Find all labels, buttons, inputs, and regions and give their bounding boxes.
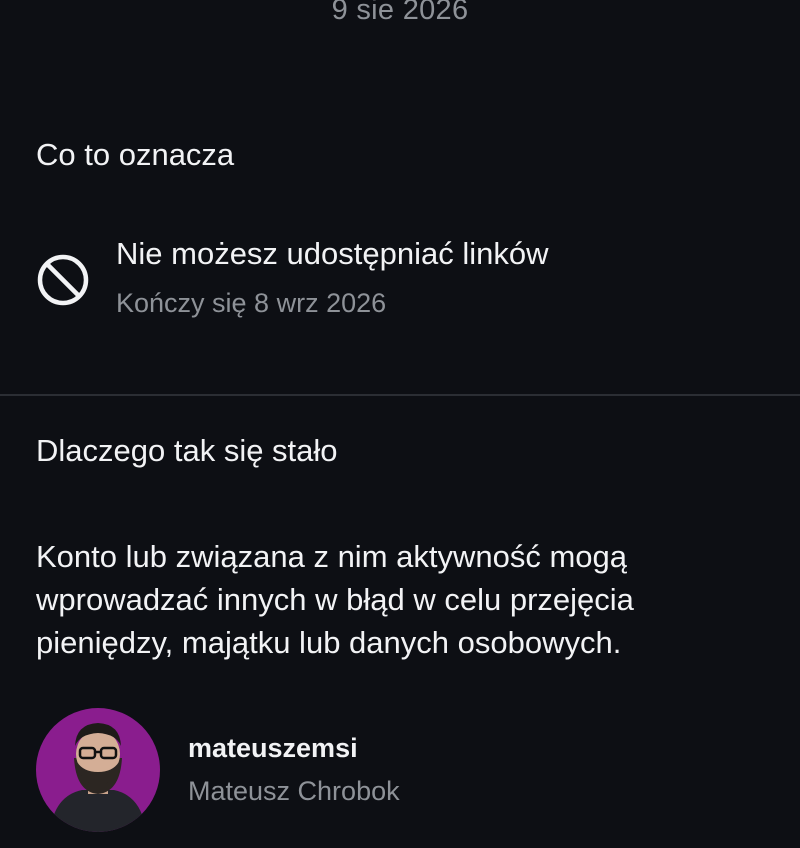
reason-description: Konto lub związana z nim aktywność mogą … <box>36 539 634 660</box>
profile-handle[interactable]: mateuszemsi <box>188 733 358 764</box>
avatar[interactable] <box>36 708 160 832</box>
restriction-end-date: Kończy się 8 wrz 2026 <box>116 288 387 318</box>
section-title-why: Dlaczego tak się stało <box>36 433 338 468</box>
block-icon <box>36 253 90 307</box>
restriction-item: Nie możesz udostępniać linków Kończy się… <box>36 236 776 326</box>
section-title-what-it-means: Co to oznacza <box>36 137 235 172</box>
restriction-title: Nie możesz udostępniać linków <box>116 236 549 271</box>
profile-display-name: Mateusz Chrobok <box>188 776 400 806</box>
restriction-start-date: 9 sie 2026 <box>331 0 469 26</box>
profile-row[interactable]: mateuszemsi Mateusz Chrobok <box>36 708 776 848</box>
section-divider <box>0 394 800 396</box>
